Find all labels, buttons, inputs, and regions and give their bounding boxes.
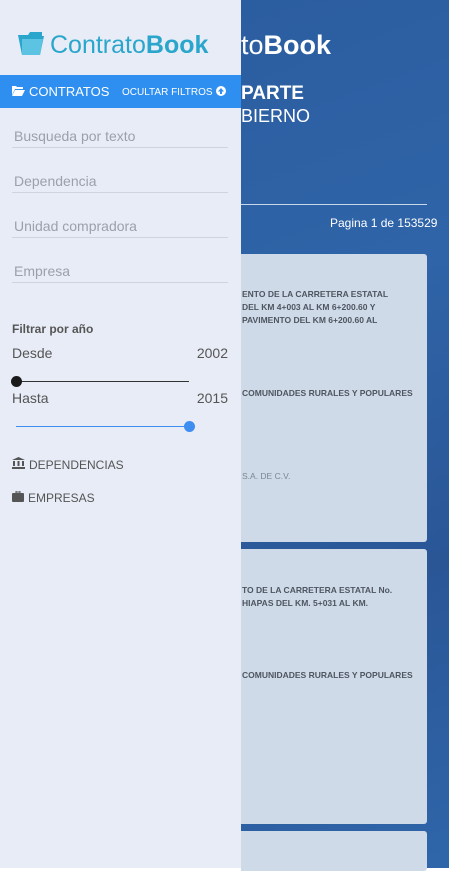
contract-program: COMUNIDADES RURALES Y POPULARES <box>242 388 413 398</box>
contract-card[interactable]: TO DE LA CARRETERA ESTATAL No. HIAPAS DE… <box>241 549 427 824</box>
drawer-header-bar: CONTRATOS OCULTAR FILTROS <box>0 75 241 108</box>
arrow-up-circle-icon <box>213 86 226 99</box>
tab-contratos[interactable]: CONTRATOS <box>12 84 109 99</box>
bank-icon <box>12 457 29 472</box>
briefcase-icon <box>12 490 28 505</box>
dependencias-section[interactable]: DEPENDENCIAS <box>12 457 124 472</box>
tab-contratos-label: CONTRATOS <box>29 84 110 99</box>
to-year-value: 2015 <box>196 390 228 406</box>
contract-card[interactable] <box>241 831 427 871</box>
filter-drawer: ContratoBook CONTRATOS OCULTAR FILTROS B… <box>0 0 241 868</box>
search-input[interactable] <box>12 124 228 148</box>
contract-description: ENTO DE LA CARRETERA ESTATAL DEL KM 4+00… <box>242 289 389 325</box>
from-year-slider[interactable] <box>16 381 189 382</box>
hide-filters-label: OCULTAR FILTROS <box>122 87 213 98</box>
to-year-label: Hasta <box>12 390 49 406</box>
from-year-slider-handle[interactable] <box>10 376 22 387</box>
contract-description: TO DE LA CARRETERA ESTATAL No. HIAPAS DE… <box>242 585 393 608</box>
page-title: toBook <box>241 30 332 60</box>
to-year-slider[interactable] <box>16 426 189 427</box>
divider <box>241 204 427 205</box>
empresas-section[interactable]: EMPRESAS <box>12 490 95 505</box>
to-year-slider-handle[interactable] <box>183 421 195 432</box>
folder-open-icon <box>12 84 29 99</box>
page-subtitle: PARTE <box>241 83 304 104</box>
folder-logo-icon <box>16 28 46 63</box>
contract-card[interactable]: ENTO DE LA CARRETERA ESTATAL DEL KM 4+00… <box>241 254 427 542</box>
hide-filters-button[interactable]: OCULTAR FILTROS <box>122 86 226 99</box>
app-name: ContratoBook <box>50 31 209 59</box>
year-filter-title: Filtrar por año <box>12 322 94 336</box>
empresas-label: EMPRESAS <box>28 491 95 505</box>
dependencias-label: DEPENDENCIAS <box>29 457 124 472</box>
from-year-value: 2002 <box>196 345 228 361</box>
empresa-field[interactable] <box>12 259 228 283</box>
unidad-compradora-field[interactable] <box>12 214 228 238</box>
from-year-label: Desde <box>12 345 53 361</box>
page-subtitle-2: BIERNO <box>241 106 311 126</box>
pagination-text: Pagina 1 de 153529 <box>330 216 438 230</box>
contract-program: COMUNIDADES RURALES Y POPULARES <box>242 670 413 680</box>
app-logo[interactable]: ContratoBook <box>16 28 208 63</box>
contract-supplier: S.A. DE C.V. <box>242 471 291 481</box>
dependencia-field[interactable] <box>12 169 228 193</box>
